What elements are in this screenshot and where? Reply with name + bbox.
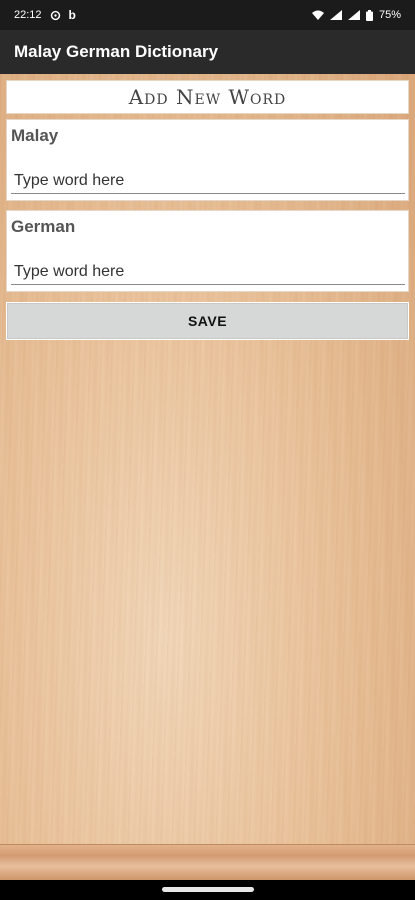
wifi-icon [311,10,324,20]
form-title: Add New Word [128,85,287,109]
app-title: Malay German Dictionary [14,42,219,61]
app-bar: Malay German Dictionary [0,30,415,74]
german-label: German [11,217,76,236]
content-area: Add New Word Malay German SAVE [0,74,415,880]
malay-input[interactable] [11,168,405,194]
add-new-word-header: Add New Word [6,80,409,114]
b-app-icon: b [68,8,76,22]
sync-icon [50,10,61,21]
battery-percent: 75% [378,9,401,21]
signal-icon [329,10,342,20]
status-time: 22:12 [14,9,42,21]
navigation-bar [0,880,415,900]
home-indicator[interactable] [162,887,254,892]
malay-field-card: Malay [6,119,409,201]
malay-label: Malay [11,126,59,145]
german-input[interactable] [11,259,405,285]
signal-icon [347,10,360,20]
wood-shelf [0,844,415,880]
status-bar: 22:12 b 75% [0,0,415,30]
battery-icon [365,9,373,21]
save-button[interactable]: SAVE [6,302,409,340]
german-field-card: German [6,210,409,292]
